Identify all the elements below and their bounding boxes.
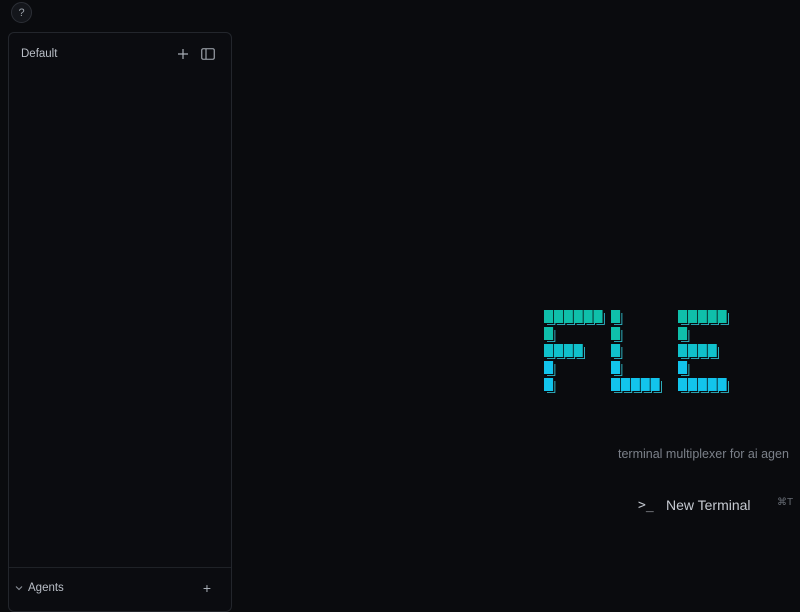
- logo-block: [678, 361, 688, 374]
- terminal-prompt-icon: >_: [638, 497, 654, 513]
- new-terminal-shortcut: ⌘T: [777, 497, 794, 508]
- logo-block: [544, 378, 554, 391]
- logo-block: [640, 378, 650, 391]
- logo-block: [573, 310, 583, 323]
- logo-block: [707, 378, 717, 391]
- logo-block: [611, 361, 621, 374]
- workspace-title: Default: [21, 48, 58, 60]
- toggle-sidebar-icon[interactable]: [199, 45, 217, 63]
- logo-block: [583, 310, 593, 323]
- logo-block: [563, 310, 573, 323]
- logo-block: [611, 327, 621, 340]
- logo-block: [707, 344, 717, 357]
- sidebar: Default Agents +: [8, 32, 232, 612]
- logo-block: [544, 361, 554, 374]
- logo-block: [544, 310, 554, 323]
- logo-block: [697, 310, 707, 323]
- agents-section: Agents +: [9, 567, 231, 611]
- logo-block: [553, 310, 563, 323]
- logo-block: [563, 344, 573, 357]
- add-agent-button[interactable]: +: [199, 579, 215, 597]
- add-workspace-icon[interactable]: [174, 45, 192, 63]
- app-logo: [542, 308, 800, 413]
- logo-block: [630, 378, 640, 391]
- logo-block: [678, 344, 688, 357]
- logo-block: [593, 310, 603, 323]
- logo-block: [553, 344, 563, 357]
- logo-block: [620, 378, 630, 391]
- logo-block: [707, 310, 717, 323]
- logo-block: [544, 344, 554, 357]
- logo-block: [697, 378, 707, 391]
- agents-label: Agents: [28, 582, 64, 594]
- logo-block: [697, 344, 707, 357]
- agents-toggle[interactable]: Agents: [15, 579, 64, 597]
- logo-block: [687, 378, 697, 391]
- new-terminal-button[interactable]: >_ New Terminal: [638, 494, 751, 516]
- sidebar-header: Default: [9, 33, 231, 77]
- logo-block: [573, 344, 583, 357]
- logo-block: [717, 378, 727, 391]
- logo-block: [717, 310, 727, 323]
- help-button[interactable]: ?: [11, 2, 32, 23]
- logo-block: [678, 310, 688, 323]
- logo-block: [650, 378, 660, 391]
- logo-block: [678, 378, 688, 391]
- chevron-down-icon: [15, 585, 23, 591]
- new-terminal-label: New Terminal: [666, 497, 751, 513]
- logo-block: [544, 327, 554, 340]
- logo-block: [611, 378, 621, 391]
- logo-block: [687, 310, 697, 323]
- logo-block: [678, 327, 688, 340]
- tagline: terminal multiplexer for ai agen: [618, 447, 789, 461]
- logo-block: [687, 344, 697, 357]
- logo-block: [611, 310, 621, 323]
- logo-block: [611, 344, 621, 357]
